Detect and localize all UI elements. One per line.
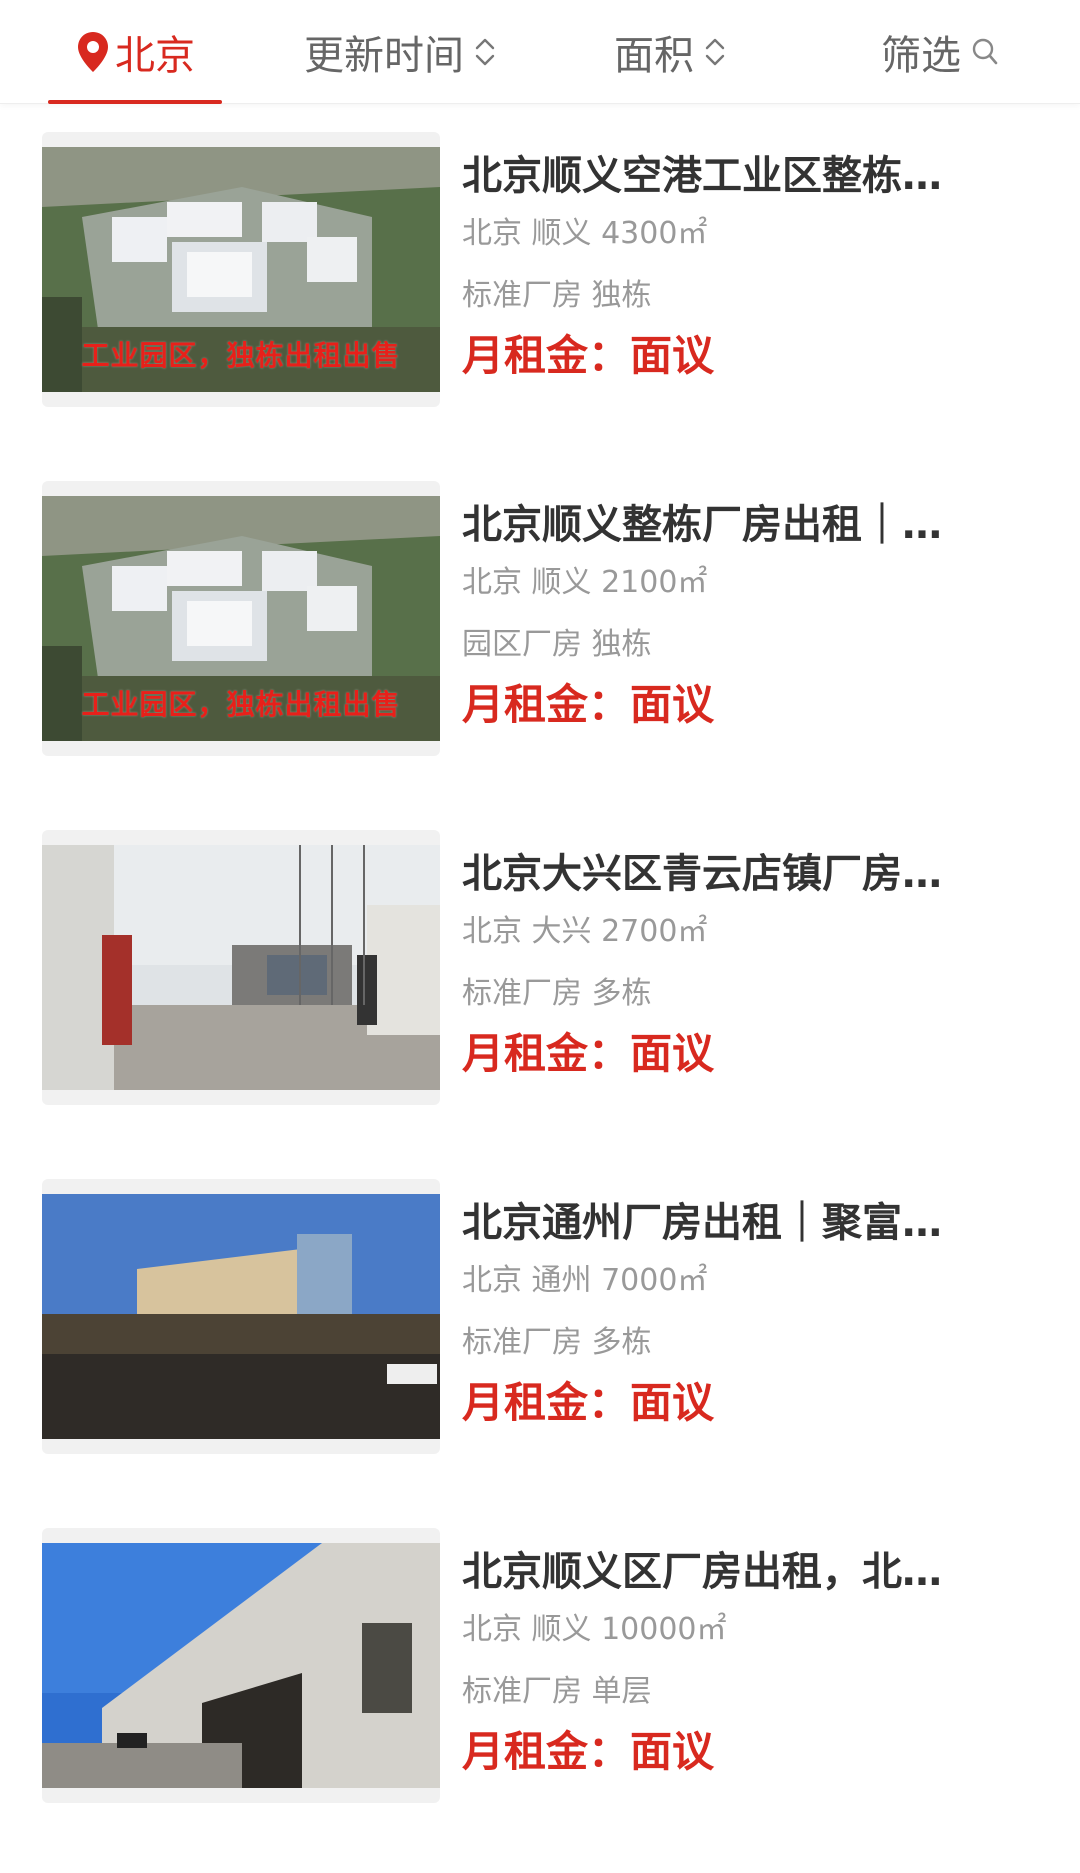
listing-location: 北京 大兴 2700㎡ [462, 914, 708, 949]
sort-toggle-icon [705, 38, 725, 66]
location-pin-icon [78, 32, 108, 72]
listing-thumbnail: 工业园区，独栋出租出售 [42, 132, 440, 407]
sort-toggle-icon [475, 38, 495, 66]
listing-type: 标准厂房 单层 [462, 1674, 652, 1709]
city-filter[interactable]: 北京 [48, 0, 222, 104]
listing-title[interactable]: 北京大兴区青云店镇厂房… [462, 848, 1002, 900]
listing-location: 北京 顺义 2100㎡ [462, 565, 708, 600]
city-filter-label: 北京 [115, 33, 195, 79]
listing-price: 月租金：面议 [462, 1029, 715, 1078]
listing-price: 月租金：面议 [462, 331, 715, 380]
listing-thumbnail [42, 830, 440, 1105]
listing-price: 月租金：面议 [462, 1727, 715, 1776]
listing-title[interactable]: 北京顺义整栋厂房出租｜… [462, 499, 1002, 551]
listing-thumbnail: 工业园区，独栋出租出售 [42, 481, 440, 756]
listing-item[interactable]: 工业园区，独栋出租出售 北京顺义整栋厂房出租｜… 北京 顺义 2100㎡ 园区厂… [0, 481, 1080, 781]
update-time-sort-label: 更新时间 [304, 33, 464, 79]
listing-thumbnail [42, 1528, 440, 1803]
listing-item[interactable]: 北京顺义区厂房出租，北… 北京 顺义 10000㎡ 标准厂房 单层 月租金：面议 [0, 1528, 1080, 1828]
listing-title[interactable]: 北京顺义空港工业区整栋… [462, 150, 1002, 202]
area-sort-label: 面积 [614, 33, 694, 79]
search-icon [972, 38, 998, 65]
listing-location: 北京 顺义 10000㎡ [462, 1612, 727, 1647]
listing-location: 北京 通州 7000㎡ [462, 1263, 708, 1298]
area-sort[interactable]: 面积 [600, 0, 740, 104]
listing-item[interactable]: 北京通州厂房出租｜聚富… 北京 通州 7000㎡ 标准厂房 多栋 月租金：面议 [0, 1179, 1080, 1479]
factory-yard-trucks-image [42, 845, 440, 1090]
listing-item[interactable]: 工业园区，独栋出租出售 北京顺义空港工业区整栋… 北京 顺义 4300㎡ 标准厂… [0, 132, 1080, 432]
multi-story-factory-image [42, 1194, 440, 1439]
listing-type: 标准厂房 多栋 [462, 1325, 652, 1360]
filter-button-label: 筛选 [881, 33, 961, 79]
listing-location: 北京 顺义 4300㎡ [462, 216, 708, 251]
active-tab-underline [48, 100, 222, 104]
listing-type: 标准厂房 多栋 [462, 976, 652, 1011]
update-time-sort[interactable]: 更新时间 [290, 0, 510, 104]
single-story-workshop-image [42, 1543, 440, 1788]
image-caption: 工业园区，独栋出租出售 [81, 688, 401, 721]
aerial-industrial-park-image: 工业园区，独栋出租出售 [42, 496, 440, 741]
filter-bar: 北京 更新时间 面积 筛选 [0, 0, 1080, 104]
aerial-industrial-park-image: 工业园区，独栋出租出售 [42, 147, 440, 392]
filter-button[interactable]: 筛选 [870, 0, 1010, 104]
listing-type: 标准厂房 独栋 [462, 278, 652, 313]
image-caption: 工业园区，独栋出租出售 [81, 339, 401, 372]
listing-title[interactable]: 北京通州厂房出租｜聚富… [462, 1197, 1002, 1249]
listing-type: 园区厂房 独栋 [462, 627, 652, 662]
listing-price: 月租金：面议 [462, 680, 715, 729]
listing-item[interactable]: 北京大兴区青云店镇厂房… 北京 大兴 2700㎡ 标准厂房 多栋 月租金：面议 [0, 830, 1080, 1130]
listing-price: 月租金：面议 [462, 1378, 715, 1427]
listing-thumbnail [42, 1179, 440, 1454]
listing-title[interactable]: 北京顺义区厂房出租，北… [462, 1546, 1002, 1598]
